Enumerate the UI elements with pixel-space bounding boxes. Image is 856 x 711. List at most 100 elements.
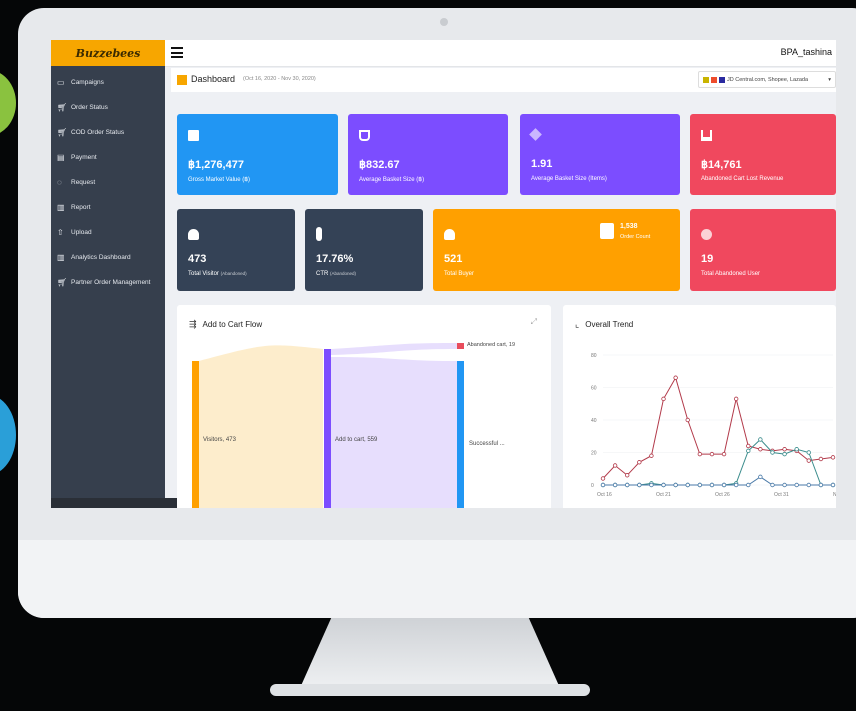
kpi-card-total-visitor: 473 Total Visitor (Abandoned) — [177, 209, 295, 291]
data-point — [661, 396, 666, 402]
data-point — [770, 450, 775, 455]
node-label-successful: Successful ... — [469, 441, 505, 447]
data-point — [770, 482, 775, 488]
x-tick-label: Nov — [833, 492, 836, 498]
sidebar-item-label: Payment — [71, 154, 97, 161]
chat-icon: ◌ — [57, 178, 62, 187]
sidebar-item-cod-order-status[interactable]: 🛒︎ COD Order Status — [51, 120, 165, 145]
data-point — [806, 450, 811, 455]
kpi-card-gross-market-value: ฿1,276,477 Gross Market Value (฿) — [177, 114, 338, 195]
click-icon — [316, 227, 322, 241]
dashboard-icon — [177, 75, 187, 85]
upload-icon: ⇧ — [57, 228, 64, 237]
data-point — [794, 482, 799, 488]
node-add-to-cart — [324, 349, 331, 508]
sidebar-item-upload[interactable]: ⇧ Upload — [51, 220, 165, 245]
add-to-cart-flow-panel: ⇶ Add to Cart Flow ⤢ Visitors, 473 Add to… — [177, 305, 551, 508]
lazada-icon — [719, 76, 725, 83]
kpi-value: ฿832.67 — [359, 159, 400, 171]
sidebar-item-label: Report — [71, 204, 91, 211]
kpi-label: Average Basket Size (฿) — [359, 177, 425, 183]
node-visitors — [192, 361, 199, 508]
data-point — [782, 447, 787, 452]
node-successful — [457, 361, 464, 508]
sidebar-item-partner-order-management[interactable]: 🛒︎ Partner Order Management — [51, 270, 165, 295]
flow-cart-to-success — [331, 349, 457, 508]
y-tick-label: 0 — [591, 483, 594, 489]
marketplace-select[interactable]: JD Central.com, Shopee, Lazada ▾ — [698, 71, 836, 88]
x-tick-label: Oct 21 — [656, 492, 671, 498]
sidebar-item-payment[interactable]: ▤ Payment — [51, 145, 165, 170]
sidebar-item-report[interactable]: ▥ Report — [51, 195, 165, 220]
kpi-value: ฿14,761 — [701, 159, 742, 171]
kpi-value: ฿1,276,477 — [188, 159, 244, 171]
menu-toggle-icon[interactable] — [171, 47, 183, 58]
sidebar-item-label: Campaigns — [71, 79, 104, 86]
kpi-value: 473 — [188, 253, 207, 265]
dashboard-header: Dashboard (Oct 16, 2020 - Nov 30, 2020) … — [171, 68, 836, 92]
data-point — [697, 482, 703, 488]
sankey-chart — [192, 343, 464, 508]
data-point — [794, 447, 799, 452]
data-point — [806, 482, 811, 488]
sidebar-item-label: Analytics Dashboard — [71, 254, 131, 261]
sidebar-item-label: Order Status — [71, 104, 108, 111]
data-point — [709, 451, 715, 457]
data-point — [612, 463, 618, 468]
order-count-label: Order Count — [620, 234, 651, 240]
cart-icon: 🛒︎ — [57, 103, 68, 112]
x-tick-label: Oct 31 — [774, 492, 789, 498]
data-point — [721, 451, 727, 457]
sad-user-icon — [701, 229, 712, 240]
kpi-card-ctr: 17.76% CTR (Abandoned) — [305, 209, 423, 291]
data-point — [733, 482, 739, 488]
tag-icon — [529, 128, 542, 141]
data-point — [685, 417, 690, 423]
data-point — [709, 482, 715, 488]
kpi-label: Average Basket Size (Items) — [531, 176, 607, 182]
data-point — [830, 482, 836, 488]
sidebar-item-campaigns[interactable]: ▭ Campaigns — [51, 70, 165, 95]
sidebar-item-label: Request — [71, 179, 96, 186]
data-point — [721, 482, 727, 488]
cart-icon: 🛒︎ — [57, 278, 68, 287]
user-name[interactable]: BPA_tashina — [781, 47, 832, 57]
kpi-label-text: Total Visitor — [188, 271, 219, 277]
cart-icon: 🛒︎ — [57, 128, 68, 137]
y-tick-label: 80 — [591, 353, 597, 359]
shopee-icon — [711, 76, 717, 83]
monitor-chin — [18, 540, 856, 618]
sidebar: ▭ Campaigns 🛒︎ Order Status 🛒︎ COD Order St… — [51, 66, 165, 508]
kpi-card-total-buyer: 521 Total Buyer 1,538 Order Count — [433, 209, 680, 291]
data-point — [733, 396, 739, 402]
flow-cart-to-abandoned — [331, 343, 457, 355]
data-point — [637, 482, 642, 488]
sidebar-item-request[interactable]: ◌ Request — [51, 170, 165, 195]
kpi-value: 17.76% — [316, 253, 354, 265]
order-count-icon — [600, 223, 614, 239]
kpi-card-average-basket-items: 1.91 Average Basket Size (Items) — [520, 114, 680, 195]
data-point — [818, 456, 824, 462]
data-point — [818, 482, 824, 488]
kpi-label: Total Visitor (Abandoned) — [188, 271, 247, 277]
monitor-stand-base — [270, 684, 590, 696]
app-logo[interactable]: Buzzebees — [51, 40, 165, 66]
x-tick-label: Oct 26 — [715, 492, 730, 498]
date-range[interactable]: (Oct 16, 2020 - Nov 30, 2020) — [243, 76, 316, 82]
camera-icon — [440, 18, 448, 26]
credit-card-icon: ▤ — [57, 153, 65, 162]
data-point — [806, 458, 811, 463]
kpi-label-text: CTR — [316, 271, 329, 277]
kpi-label: Gross Market Value (฿) — [188, 177, 251, 183]
users-icon — [188, 229, 199, 240]
decorative-blue-circle — [0, 395, 16, 475]
data-point — [685, 482, 690, 488]
overall-trend-panel: ⌞ Overall Trend 80 60 40 20 0 Oct 16 Oct 21 Oct … — [563, 305, 836, 508]
data-point — [612, 482, 618, 488]
page-title: Dashboard — [191, 74, 236, 84]
data-point — [758, 474, 763, 480]
sidebar-item-order-status[interactable]: 🛒︎ Order Status — [51, 95, 165, 120]
y-tick-label: 60 — [591, 386, 597, 392]
sidebar-item-label: COD Order Status — [71, 129, 125, 136]
sidebar-item-analytics-dashboard[interactable]: ▥ Analytics Dashboard — [51, 245, 165, 270]
